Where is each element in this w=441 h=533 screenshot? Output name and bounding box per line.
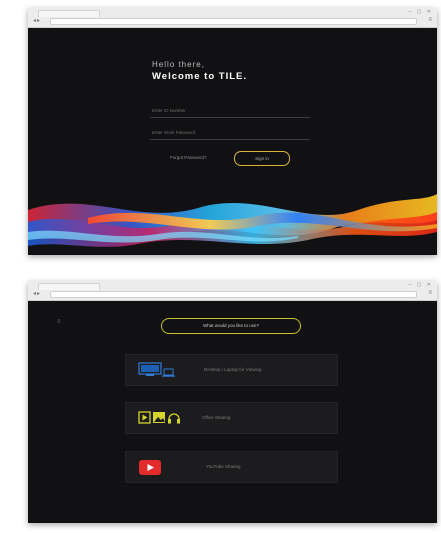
option-label: YouTube Sharing [206, 464, 241, 469]
flame-wave-decoration [28, 194, 437, 247]
address-bar[interactable] [50, 18, 417, 25]
window-controls[interactable]: – ▢ ✕ [409, 9, 433, 15]
browser-menu-icon[interactable]: ≡ [428, 17, 432, 23]
option-card-youtube[interactable]: YouTube Sharing [125, 451, 338, 483]
back-forward-icon[interactable]: ◂▸ [33, 18, 41, 24]
hamburger-menu-icon[interactable]: ≡ [57, 319, 61, 325]
monitor-icon [138, 362, 175, 377]
option-card-desktop[interactable]: Desktop / Laptop for Viewing [125, 354, 338, 386]
browser-menu-icon[interactable]: ≡ [428, 290, 432, 296]
window-controls[interactable]: – ▢ ✕ [409, 282, 433, 288]
login-browser-window: – ▢ ✕ ◂▸ ≡ Hello there, Welcome to TILE.… [28, 8, 437, 255]
option-card-office[interactable]: Office Sharing [125, 402, 338, 434]
browser-tab[interactable] [38, 10, 100, 17]
option-label: Office Sharing [202, 415, 231, 420]
welcome-title: Welcome to TILE. [152, 71, 248, 82]
back-forward-icon[interactable]: ◂▸ [33, 291, 41, 297]
address-bar[interactable] [50, 291, 417, 298]
password-field[interactable]: Enter Work Password [150, 126, 310, 140]
usage-prompt-pill: What would you like to use? [161, 318, 301, 334]
youtube-icon [139, 460, 161, 475]
browser-chrome: – ▢ ✕ ◂▸ ≡ [28, 281, 437, 301]
menu-browser-window: – ▢ ✕ ◂▸ ≡ ≡ What would you like to use?… [28, 281, 437, 523]
option-label: Desktop / Laptop for Viewing [204, 367, 262, 372]
greeting-text: Hello there, [152, 60, 205, 69]
id-number-field[interactable]: Enter ID Number [150, 104, 310, 118]
media-icon [138, 411, 180, 424]
forgot-password-link[interactable]: Forgot Password? [170, 155, 207, 160]
sign-in-button[interactable]: Sign in [234, 151, 290, 166]
browser-chrome: – ▢ ✕ ◂▸ ≡ [28, 8, 437, 28]
browser-tab[interactable] [38, 283, 100, 290]
